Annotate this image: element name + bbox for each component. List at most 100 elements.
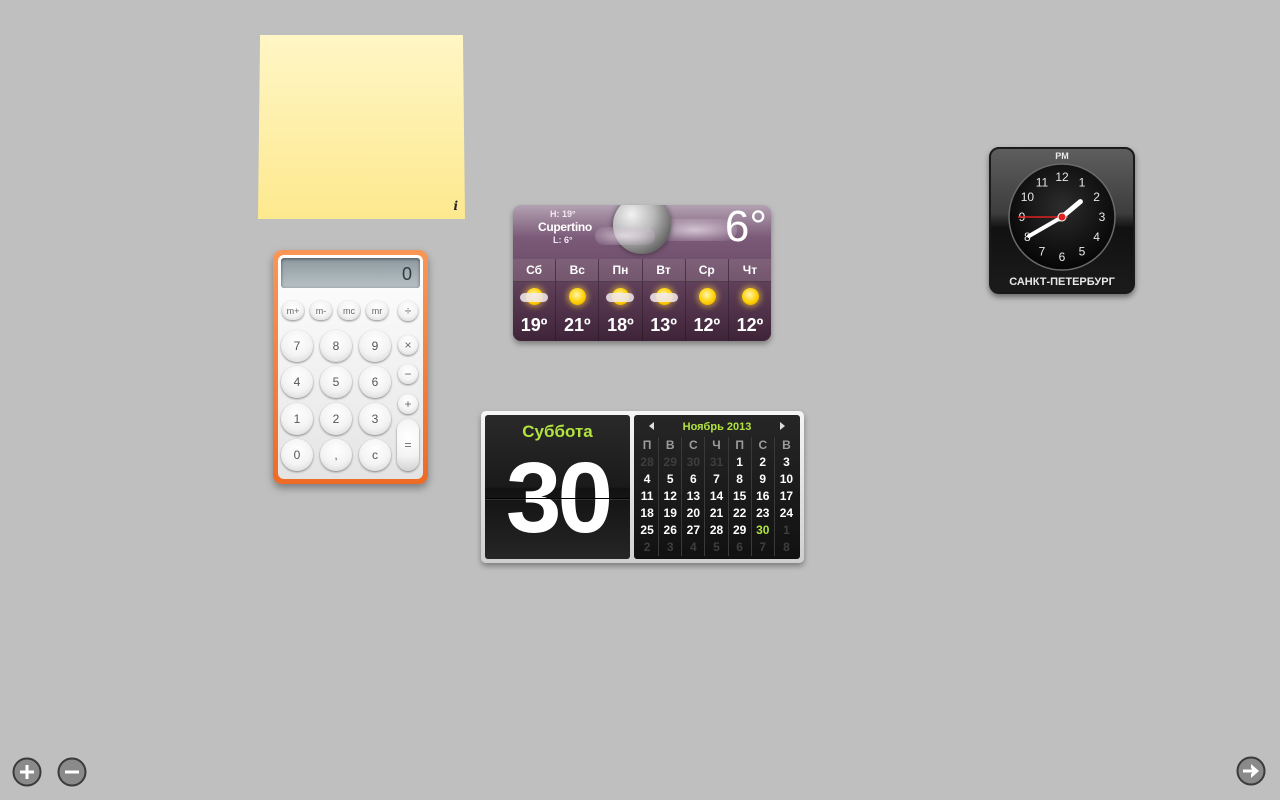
calendar-day[interactable]: 13 <box>682 488 706 505</box>
calendar-day[interactable]: 16 <box>752 488 775 505</box>
calendar-day[interactable]: 26 <box>659 522 683 539</box>
calendar-weekday: С <box>752 437 775 454</box>
calc-mc-button[interactable]: mc <box>338 301 360 320</box>
calc-5-button[interactable]: 5 <box>320 366 352 398</box>
calc-1-button[interactable]: 1 <box>281 403 313 435</box>
clock-number: 12 <box>1055 170 1069 184</box>
calendar-day[interactable]: 21 <box>705 505 729 522</box>
calculator-widget: 0 m+ m- mc mr ÷ 7 8 9 × 4 5 6 − 1 2 3 + … <box>273 250 428 484</box>
calendar-weekday: П <box>729 437 752 454</box>
calendar-day[interactable]: 28 <box>705 522 729 539</box>
add-widget-button[interactable] <box>12 757 42 787</box>
calendar-day[interactable]: 12 <box>659 488 683 505</box>
calc-6-button[interactable]: 6 <box>359 366 391 398</box>
next-space-button[interactable] <box>1236 756 1266 786</box>
calc-4-button[interactable]: 4 <box>281 366 313 398</box>
calc-minus-button[interactable]: − <box>398 364 418 384</box>
forecast-temp: 13º <box>650 315 677 335</box>
calendar-day[interactable]: 10 <box>775 471 798 488</box>
calendar-day[interactable]: 1 <box>729 454 752 471</box>
calendar-day[interactable]: 2 <box>636 539 660 556</box>
calc-multiply-button[interactable]: × <box>398 335 418 355</box>
next-month-icon[interactable] <box>780 422 785 430</box>
clock-number: 11 <box>1036 175 1049 189</box>
calendar-day[interactable]: 30 <box>752 522 775 539</box>
calendar-day[interactable]: 18 <box>636 505 660 522</box>
calendar-day[interactable]: 28 <box>636 454 660 471</box>
calendar-day[interactable]: 15 <box>729 488 752 505</box>
forecast-day-name: Пн <box>599 259 642 282</box>
calendar-day[interactable]: 6 <box>729 539 752 556</box>
calendar-day[interactable]: 7 <box>705 471 729 488</box>
weather-city: Cupertino <box>538 220 592 234</box>
calc-0-button[interactable]: 0 <box>281 439 313 471</box>
weather-high: H: 19° <box>550 209 576 219</box>
calendar-day[interactable]: 9 <box>752 471 775 488</box>
forecast-day-name: Вс <box>556 259 599 282</box>
calendar-day[interactable]: 29 <box>729 522 752 539</box>
calc-equals-button[interactable]: = <box>397 419 419 471</box>
calendar-day[interactable]: 8 <box>775 539 798 556</box>
calc-7-button[interactable]: 7 <box>281 330 313 362</box>
stickies-widget[interactable]: i <box>258 35 465 219</box>
calculator-display: 0 <box>281 258 420 288</box>
calendar-day[interactable]: 31 <box>705 454 729 471</box>
calc-mminus-button[interactable]: m- <box>310 301 332 320</box>
calendar-weekday: Ч <box>705 437 729 454</box>
calc-mr-button[interactable]: mr <box>366 301 388 320</box>
calendar-day[interactable]: 4 <box>636 471 660 488</box>
calendar-day[interactable]: 5 <box>705 539 729 556</box>
clock-number: 10 <box>1021 190 1035 204</box>
calendar-day[interactable]: 2 <box>752 454 775 471</box>
flip-divider <box>485 498 630 499</box>
calendar-day[interactable]: 29 <box>659 454 683 471</box>
calendar-day[interactable]: 23 <box>752 505 775 522</box>
calendar-weekday: П <box>636 437 660 454</box>
clock-city: САНКТ-ПЕТЕРБУРГ <box>1009 276 1115 288</box>
calendar-day[interactable]: 8 <box>729 471 752 488</box>
partly-sunny-icon <box>520 288 549 305</box>
calendar-day[interactable]: 3 <box>775 454 798 471</box>
calendar-day[interactable]: 11 <box>636 488 660 505</box>
calendar-day[interactable]: 17 <box>775 488 798 505</box>
calendar-day[interactable]: 1 <box>775 522 798 539</box>
calendar-day[interactable]: 20 <box>682 505 706 522</box>
calendar-day[interactable]: 3 <box>659 539 683 556</box>
world-clock-widget[interactable]: PM 121234567891011 САНКТ-ПЕТЕРБУРГ <box>989 147 1135 294</box>
stickies-info-button[interactable]: i <box>453 199 458 213</box>
calc-mplus-button[interactable]: m+ <box>282 301 304 320</box>
calendar-weekday: В <box>782 438 791 452</box>
forecast-day-name: Вт <box>642 259 685 282</box>
calendar-day[interactable]: 27 <box>682 522 706 539</box>
calendar-day[interactable]: 24 <box>775 505 798 522</box>
clock-number: 4 <box>1093 230 1100 244</box>
calendar-day[interactable]: 7 <box>752 539 775 556</box>
sunny-icon <box>698 288 716 305</box>
forecast-temp: 12º <box>736 315 764 335</box>
calendar-day[interactable]: 4 <box>682 539 706 556</box>
calc-9-button[interactable]: 9 <box>359 330 391 362</box>
calc-8-button[interactable]: 8 <box>320 330 352 362</box>
calendar-weekday: В <box>659 437 683 454</box>
calendar-day[interactable]: 22 <box>729 505 752 522</box>
calc-clear-button[interactable]: c <box>359 439 391 471</box>
calendar-day[interactable]: 14 <box>705 488 729 505</box>
calc-decimal-button[interactable]: , <box>320 439 352 471</box>
forecast-day-name: Ср <box>685 259 728 282</box>
remove-widget-button[interactable] <box>57 757 87 787</box>
calc-divide-button[interactable]: ÷ <box>398 301 418 321</box>
clock-number: 7 <box>1039 245 1046 259</box>
sunny-icon <box>741 288 759 305</box>
calendar-day[interactable]: 5 <box>659 471 683 488</box>
calc-2-button[interactable]: 2 <box>320 403 352 435</box>
calendar-day[interactable]: 25 <box>636 522 660 539</box>
calendar-day[interactable]: 6 <box>682 471 706 488</box>
calendar-widget[interactable]: Суббота 30 Ноябрь 2013 П В С Ч П С В 28 29 30 31 1 2… <box>481 411 804 563</box>
calendar-day[interactable]: 19 <box>659 505 683 522</box>
calc-plus-button[interactable]: + <box>398 394 418 414</box>
weather-widget[interactable]: H: 19° Cupertino L: 6° 6° Сб 19º Вс 21º … <box>513 205 771 341</box>
calendar-day-panel[interactable]: Суббота 30 <box>485 415 630 559</box>
calendar-day[interactable]: 30 <box>682 454 706 471</box>
clock-number: 3 <box>1099 210 1106 224</box>
calc-3-button[interactable]: 3 <box>359 403 391 435</box>
